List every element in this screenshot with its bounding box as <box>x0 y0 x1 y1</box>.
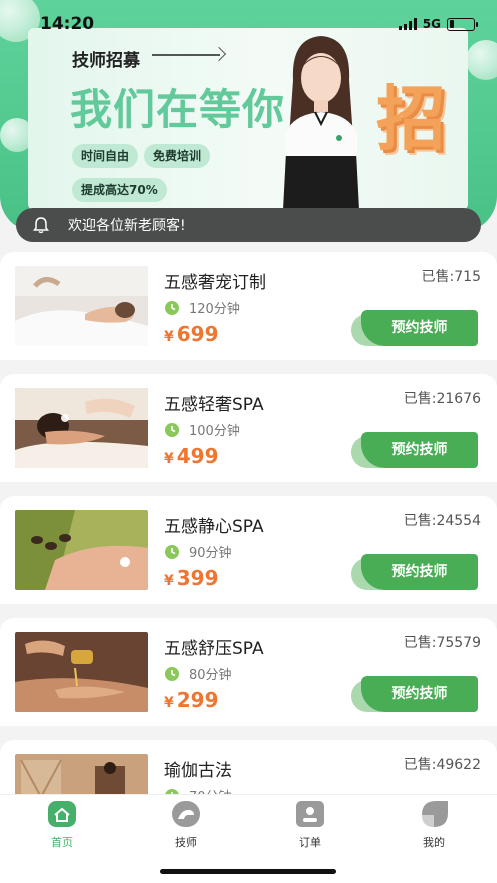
banner-tag: 提成高达70% <box>72 178 167 202</box>
tab-label: 我的 <box>423 836 445 849</box>
sold-count: 已售:21676 <box>403 391 481 407</box>
duration-text: 90分钟 <box>189 546 232 561</box>
technician-icon <box>172 801 200 827</box>
arrow-head-icon <box>211 46 227 62</box>
currency-symbol: ¥ <box>164 329 174 345</box>
status-indicators: 5G <box>398 17 478 31</box>
service-name: 五感舒压SPA <box>164 639 264 659</box>
service-card[interactable]: 五感奢宠订制 已售:715 120分钟 ¥699 预约技师 <box>0 252 497 360</box>
service-name: 五感轻奢SPA <box>164 395 264 415</box>
price: ¥499 <box>164 444 219 468</box>
notice-bar[interactable]: 欢迎各位新老顾客! <box>16 208 481 242</box>
currency-symbol: ¥ <box>164 451 174 467</box>
bell-icon <box>33 217 49 234</box>
status-time: 14:20 <box>40 14 95 34</box>
recruit-label: 技师招募 <box>72 51 140 71</box>
duration-text: 120分钟 <box>189 302 240 317</box>
currency-symbol: ¥ <box>164 695 174 711</box>
clock-icon <box>165 666 179 681</box>
service-name: 五感静心SPA <box>164 517 264 537</box>
status-bar: 14:20 5G <box>0 0 497 46</box>
recruit-3d-char: 招 <box>376 78 446 160</box>
duration: 90分钟 <box>164 542 232 561</box>
service-card[interactable]: 五感轻奢SPA 已售:21676 100分钟 ¥499 预约技师 <box>0 374 497 482</box>
price-value: 399 <box>176 566 219 590</box>
signal-icon <box>398 18 417 30</box>
profile-icon <box>422 801 448 827</box>
hot-stone-massage-image <box>15 510 148 590</box>
price: ¥299 <box>164 688 219 712</box>
duration: 100分钟 <box>164 420 240 439</box>
price-value: 699 <box>176 322 219 346</box>
currency-symbol: ¥ <box>164 573 174 589</box>
book-technician-button[interactable]: 预约技师 <box>361 554 478 590</box>
book-technician-button[interactable]: 预约技师 <box>361 310 478 346</box>
duration: 80分钟 <box>164 664 232 683</box>
clock-icon <box>165 422 179 437</box>
sold-count: 已售:75579 <box>403 635 481 651</box>
home-indicator <box>160 869 336 874</box>
tab-profile[interactable]: 我的 <box>404 801 464 850</box>
tab-label: 订单 <box>299 836 321 849</box>
price: ¥699 <box>164 322 219 346</box>
spa-face-massage-image <box>15 388 148 468</box>
banner-tag: 时间自由 <box>72 144 139 168</box>
service-name: 瑜伽古法 <box>164 761 232 781</box>
book-technician-button[interactable]: 预约技师 <box>361 432 478 468</box>
network-type: 5G <box>422 17 441 31</box>
sold-count: 已售:49622 <box>403 757 481 773</box>
recruit-banner[interactable]: 技师招募 我们在等你 时间自由 免费培训 提成高达70% 招 <box>28 28 468 210</box>
home-icon <box>48 801 76 827</box>
tab-home[interactable]: 首页 <box>32 801 92 850</box>
price-value: 299 <box>176 688 219 712</box>
duration-text: 80分钟 <box>189 668 232 683</box>
model-photo <box>283 36 359 210</box>
battery-icon <box>447 17 478 31</box>
notice-text: 欢迎各位新老顾客! <box>68 218 186 234</box>
tab-label: 首页 <box>51 836 73 849</box>
sold-count: 已售:24554 <box>403 513 481 529</box>
duration: 120分钟 <box>164 298 240 317</box>
tab-orders[interactable]: 订单 <box>280 801 340 850</box>
service-name: 五感奢宠订制 <box>164 273 266 293</box>
duration-text: 100分钟 <box>189 424 240 439</box>
tab-label: 技师 <box>175 836 197 849</box>
tab-technician[interactable]: 技师 <box>156 801 216 850</box>
arrow-right-icon <box>152 54 220 56</box>
oil-massage-image <box>15 632 148 712</box>
banner-tag: 免费培训 <box>144 144 211 168</box>
price-value: 499 <box>176 444 219 468</box>
clock-icon <box>165 300 179 315</box>
clock-icon <box>165 544 179 559</box>
service-card[interactable]: 五感舒压SPA 已售:75579 80分钟 ¥299 预约技师 <box>0 618 497 726</box>
spa-back-massage-image <box>15 266 148 346</box>
order-icon <box>296 801 324 827</box>
price: ¥399 <box>164 566 219 590</box>
sold-count: 已售:715 <box>421 269 481 285</box>
service-card[interactable]: 五感静心SPA 已售:24554 90分钟 ¥399 预约技师 <box>0 496 497 604</box>
book-technician-button[interactable]: 预约技师 <box>361 676 478 712</box>
banner-headline: 我们在等你 <box>70 85 286 134</box>
